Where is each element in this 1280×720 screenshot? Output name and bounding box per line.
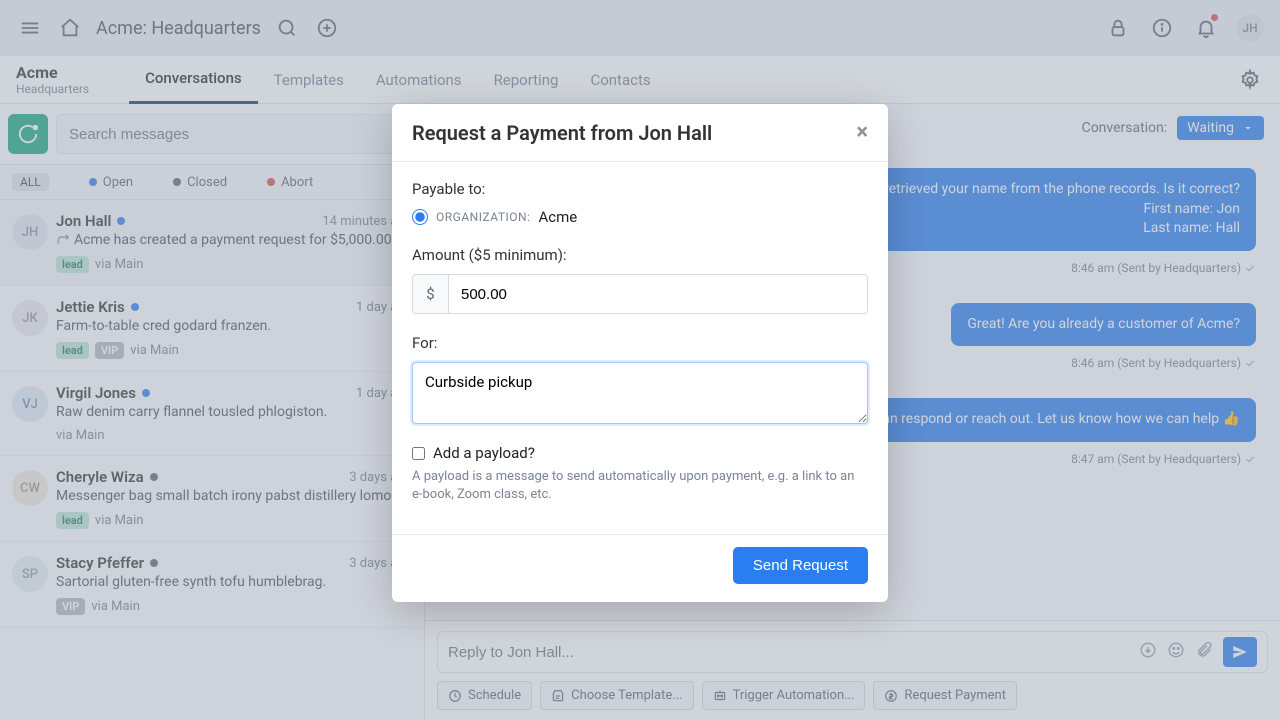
payable-label: Payable to:: [412, 180, 868, 198]
send-request-button[interactable]: Send Request: [733, 547, 868, 584]
payable-org-radio[interactable]: [412, 209, 428, 225]
for-textarea[interactable]: [412, 362, 868, 424]
payload-help: A payload is a message to send automatic…: [412, 468, 868, 504]
modal-title: Request a Payment from Jon Hall: [412, 121, 712, 145]
payment-request-modal: Request a Payment from Jon Hall × Payabl…: [392, 104, 888, 602]
for-label: For:: [412, 334, 868, 352]
amount-label: Amount ($5 minimum):: [412, 246, 868, 264]
payload-label: Add a payload?: [433, 444, 535, 462]
org-value: Acme: [538, 208, 577, 226]
close-icon[interactable]: ×: [856, 120, 868, 145]
org-caption: ORGANIZATION:: [436, 210, 530, 224]
add-payload-checkbox[interactable]: [412, 447, 425, 460]
amount-input[interactable]: [448, 274, 868, 314]
currency-prefix: $: [412, 274, 448, 314]
